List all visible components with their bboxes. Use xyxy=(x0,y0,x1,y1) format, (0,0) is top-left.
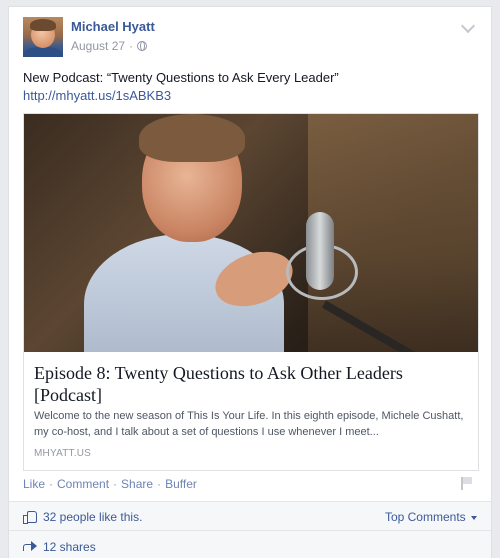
link-preview[interactable]: Episode 8: Twenty Questions to Ask Other… xyxy=(23,113,479,471)
thumb-icon xyxy=(23,510,37,524)
post-date[interactable]: August 27 xyxy=(71,39,125,53)
post-text: New Podcast: “Twenty Questions to Ask Ev… xyxy=(23,69,479,105)
post-link[interactable]: http://mhyatt.us/1sABKB3 xyxy=(23,87,479,105)
shares-row: 12 shares xyxy=(9,531,491,558)
caret-icon xyxy=(471,515,477,520)
post-message: New Podcast: “Twenty Questions to Ask Ev… xyxy=(23,70,339,85)
buffer-link[interactable]: Buffer xyxy=(165,477,197,491)
action-separator: · xyxy=(49,477,54,491)
comment-link[interactable]: Comment xyxy=(57,477,109,491)
post-card: Michael Hyatt August 27 · New Podcast: “… xyxy=(8,6,492,558)
share-arrow-icon xyxy=(23,541,37,551)
meta-separator: · xyxy=(129,39,134,53)
post-header: Michael Hyatt August 27 · xyxy=(23,17,476,59)
likes-count[interactable]: 32 people like this. xyxy=(43,510,142,524)
globe-icon[interactable] xyxy=(137,41,148,51)
top-comments-label: Top Comments xyxy=(384,510,466,524)
image-person-hair xyxy=(139,114,245,162)
action-separator: · xyxy=(113,477,118,491)
likes-row: 32 people like this. Top Comments xyxy=(9,502,491,530)
avatar[interactable] xyxy=(23,17,63,57)
post-meta: August 27 · xyxy=(71,39,148,53)
shares-count[interactable]: 12 shares xyxy=(43,540,96,554)
image-microphone xyxy=(306,212,334,290)
like-link[interactable]: Like xyxy=(23,477,45,491)
avatar-shirt xyxy=(25,47,61,57)
top-comments-dropdown[interactable]: Top Comments xyxy=(385,510,477,524)
author-name[interactable]: Michael Hyatt xyxy=(71,19,155,34)
preview-image[interactable] xyxy=(24,114,478,352)
preview-title[interactable]: Episode 8: Twenty Questions to Ask Other… xyxy=(34,362,470,406)
preview-domain: MHYATT.US xyxy=(34,448,91,459)
share-link[interactable]: Share xyxy=(121,477,153,491)
preview-description: Welcome to the new season of This Is You… xyxy=(34,410,464,438)
chevron-down-icon[interactable] xyxy=(460,18,476,34)
avatar-hair xyxy=(30,19,56,31)
action-links: Like · Comment · Share · Buffer xyxy=(23,477,197,491)
action-separator: · xyxy=(157,477,162,491)
flag-icon[interactable] xyxy=(461,477,473,490)
